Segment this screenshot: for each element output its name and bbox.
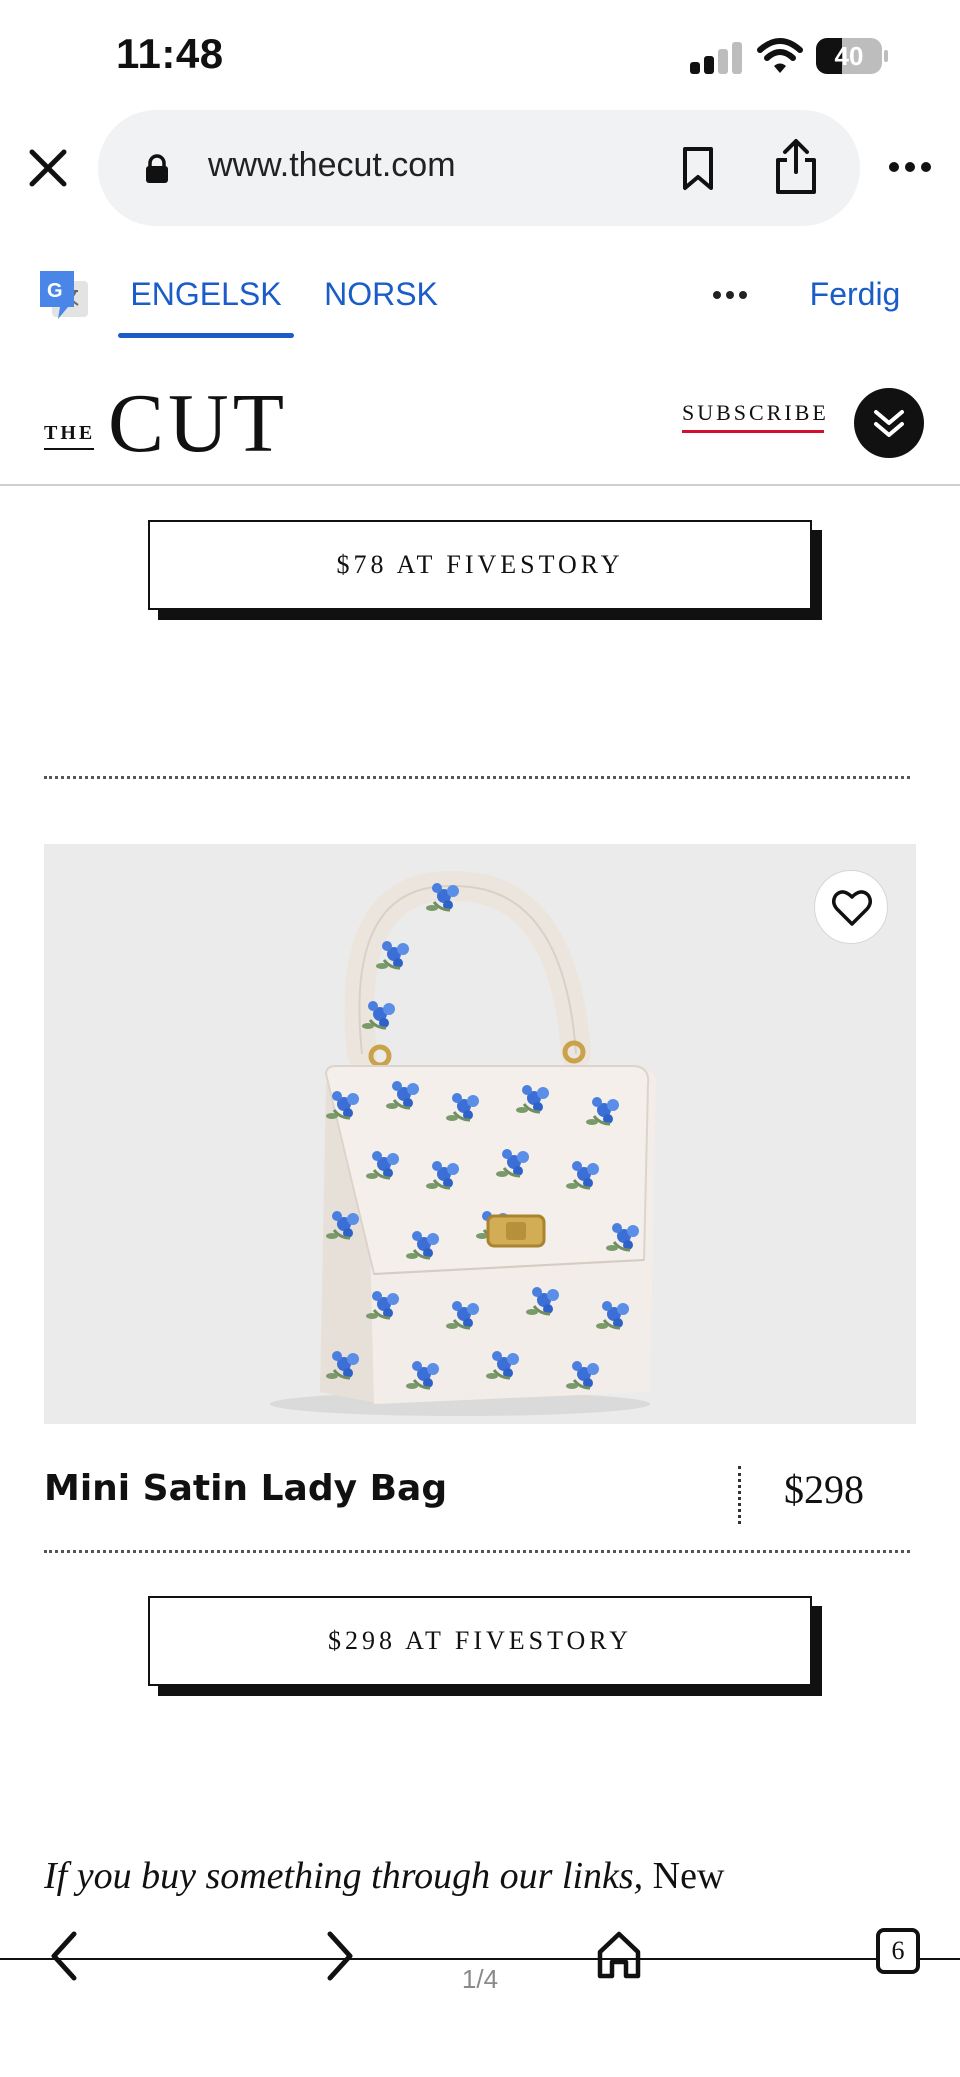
product-image[interactable] — [44, 844, 916, 1424]
menu-toggle-button[interactable] — [854, 388, 924, 458]
logo-prefix: THE — [44, 422, 96, 444]
cellular-signal-icon — [690, 40, 742, 74]
more-options-icon[interactable] — [888, 160, 932, 174]
product-buy-button[interactable]: $298 AT FIVESTORY — [148, 1596, 812, 1686]
url-text[interactable]: www.thecut.com — [208, 146, 456, 185]
share-icon[interactable] — [772, 138, 820, 196]
address-bar[interactable]: www.thecut.com — [98, 110, 860, 226]
logo-main: CUT — [108, 377, 288, 470]
active-tab-indicator — [118, 333, 294, 338]
prev-product-buy-button[interactable]: $78 AT FIVESTORY — [148, 520, 812, 610]
browser-toolbar: 6 1/4 — [0, 1928, 960, 2077]
affiliate-disclaimer: If you buy something through our links, … — [44, 1854, 924, 1904]
translate-done-button[interactable]: Ferdig — [792, 255, 918, 339]
price-separator — [738, 1466, 741, 1524]
save-favorite-button[interactable] — [814, 870, 888, 944]
subscribe-underline — [682, 430, 824, 433]
home-icon[interactable] — [596, 1930, 642, 1980]
floral-handbag-image — [270, 870, 656, 1416]
battery-percent: 40 — [834, 41, 864, 71]
section-divider — [44, 776, 910, 779]
disclaimer-italic: If you buy something through our links, — [44, 1855, 644, 1897]
page-indicator: 1/4 — [461, 1964, 499, 1994]
heart-icon — [832, 890, 872, 926]
tab-target-language[interactable]: NORSK — [318, 255, 444, 339]
product-divider — [44, 1550, 910, 1553]
google-translate-icon: G — [40, 271, 88, 319]
wifi-icon — [757, 38, 803, 73]
svg-text:G: G — [47, 280, 63, 302]
translate-more-icon[interactable] — [712, 289, 748, 301]
back-arrow-icon[interactable] — [44, 1928, 84, 1984]
tabs-count-button[interactable]: 6 — [876, 1928, 920, 1974]
product-price: $298 — [784, 1467, 864, 1512]
translate-bar: G ENGELSK NORSK Ferdig — [0, 255, 960, 345]
status-bar: 11:48 40 — [0, 0, 960, 110]
lock-icon — [146, 154, 168, 183]
product-name[interactable]: Mini Satin Lady Bag — [44, 1468, 447, 1509]
disclaimer-rest: New — [643, 1855, 725, 1897]
tab-source-language[interactable]: ENGELSK — [118, 255, 294, 339]
forward-arrow-icon[interactable] — [320, 1928, 360, 1984]
status-time: 11:48 — [116, 30, 224, 77]
double-chevron-down-icon — [874, 410, 904, 437]
battery-icon: 40 — [816, 38, 888, 74]
site-header: THE CUT SUBSCRIBE — [0, 360, 960, 486]
close-icon[interactable] — [26, 146, 70, 190]
bookmark-icon[interactable] — [680, 146, 716, 192]
subscribe-link[interactable]: SUBSCRIBE — [682, 400, 829, 426]
